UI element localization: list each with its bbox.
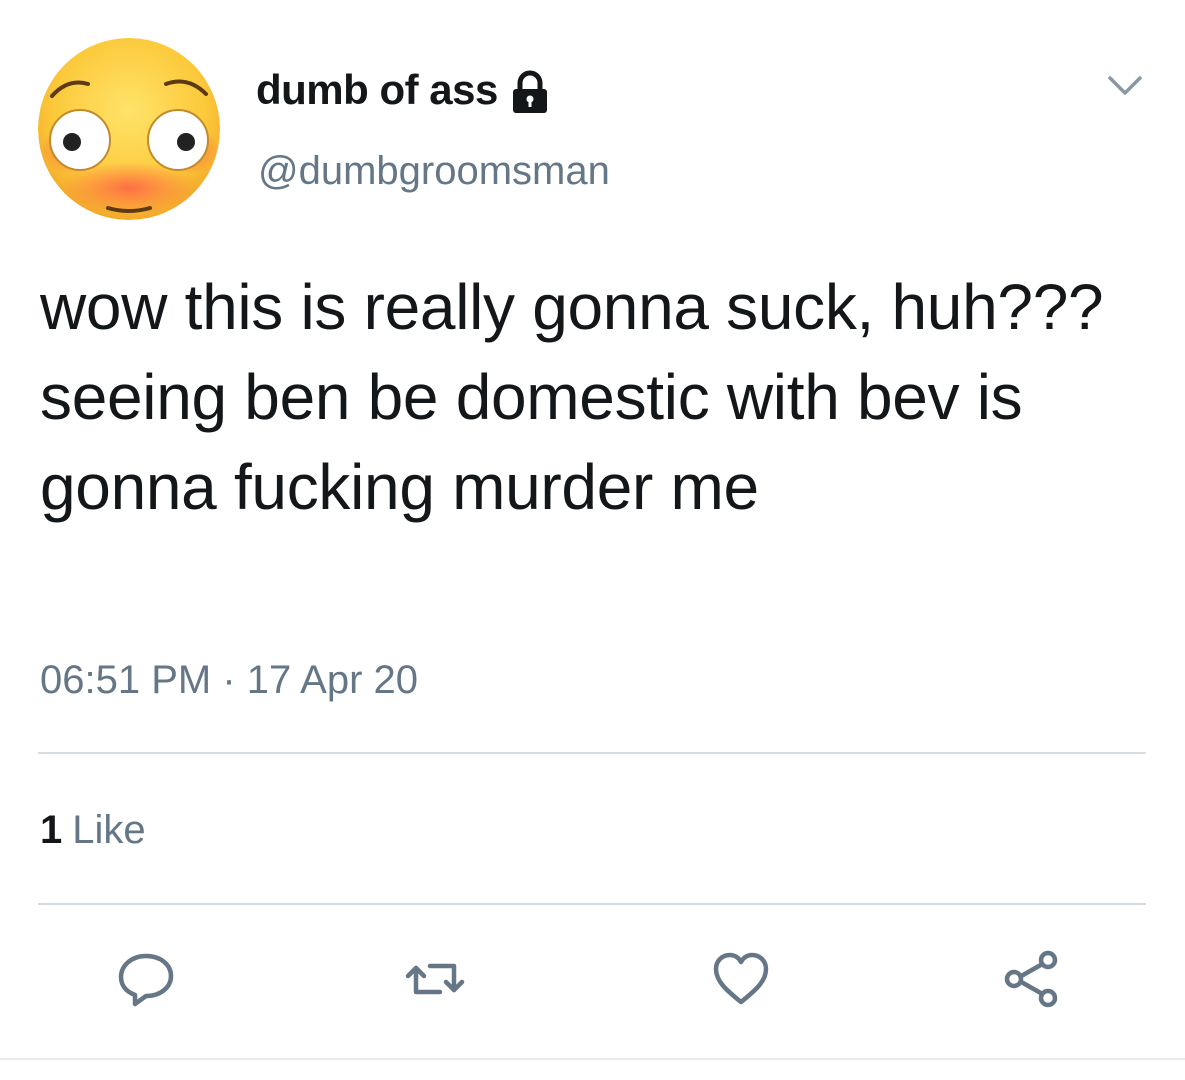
avatar[interactable] [38, 38, 220, 220]
retweet-icon [405, 963, 465, 995]
tweet-timestamp[interactable]: 06:51 PM · 17 Apr 20 [40, 654, 418, 706]
chevron-down-icon[interactable] [1100, 66, 1150, 106]
display-name-row[interactable]: dumb of ass [256, 62, 550, 118]
share-icon [1004, 950, 1058, 1008]
tweet-text: wow this is really gonna suck, huh??? se… [40, 271, 1104, 523]
retweet-button[interactable] [402, 946, 468, 1012]
divider [0, 1058, 1185, 1060]
like-button[interactable] [708, 946, 774, 1012]
tweet-card: dumb of ass @dumbgroomsman wow this is r… [0, 0, 1185, 1080]
likes-count: 1 [40, 808, 63, 852]
likes-stat[interactable]: 1 Like [40, 804, 146, 856]
user-handle[interactable]: @dumbgroomsman [258, 146, 610, 196]
likes-label: Like [72, 808, 146, 852]
share-button[interactable] [998, 946, 1064, 1012]
divider [38, 903, 1146, 905]
flushed-face-avatar-icon [38, 38, 220, 220]
reply-icon [118, 953, 174, 1007]
heart-icon [713, 952, 769, 1005]
display-name[interactable]: dumb of ass [256, 62, 498, 118]
divider [38, 752, 1146, 754]
reply-button[interactable] [113, 946, 179, 1012]
lock-icon [510, 70, 550, 114]
